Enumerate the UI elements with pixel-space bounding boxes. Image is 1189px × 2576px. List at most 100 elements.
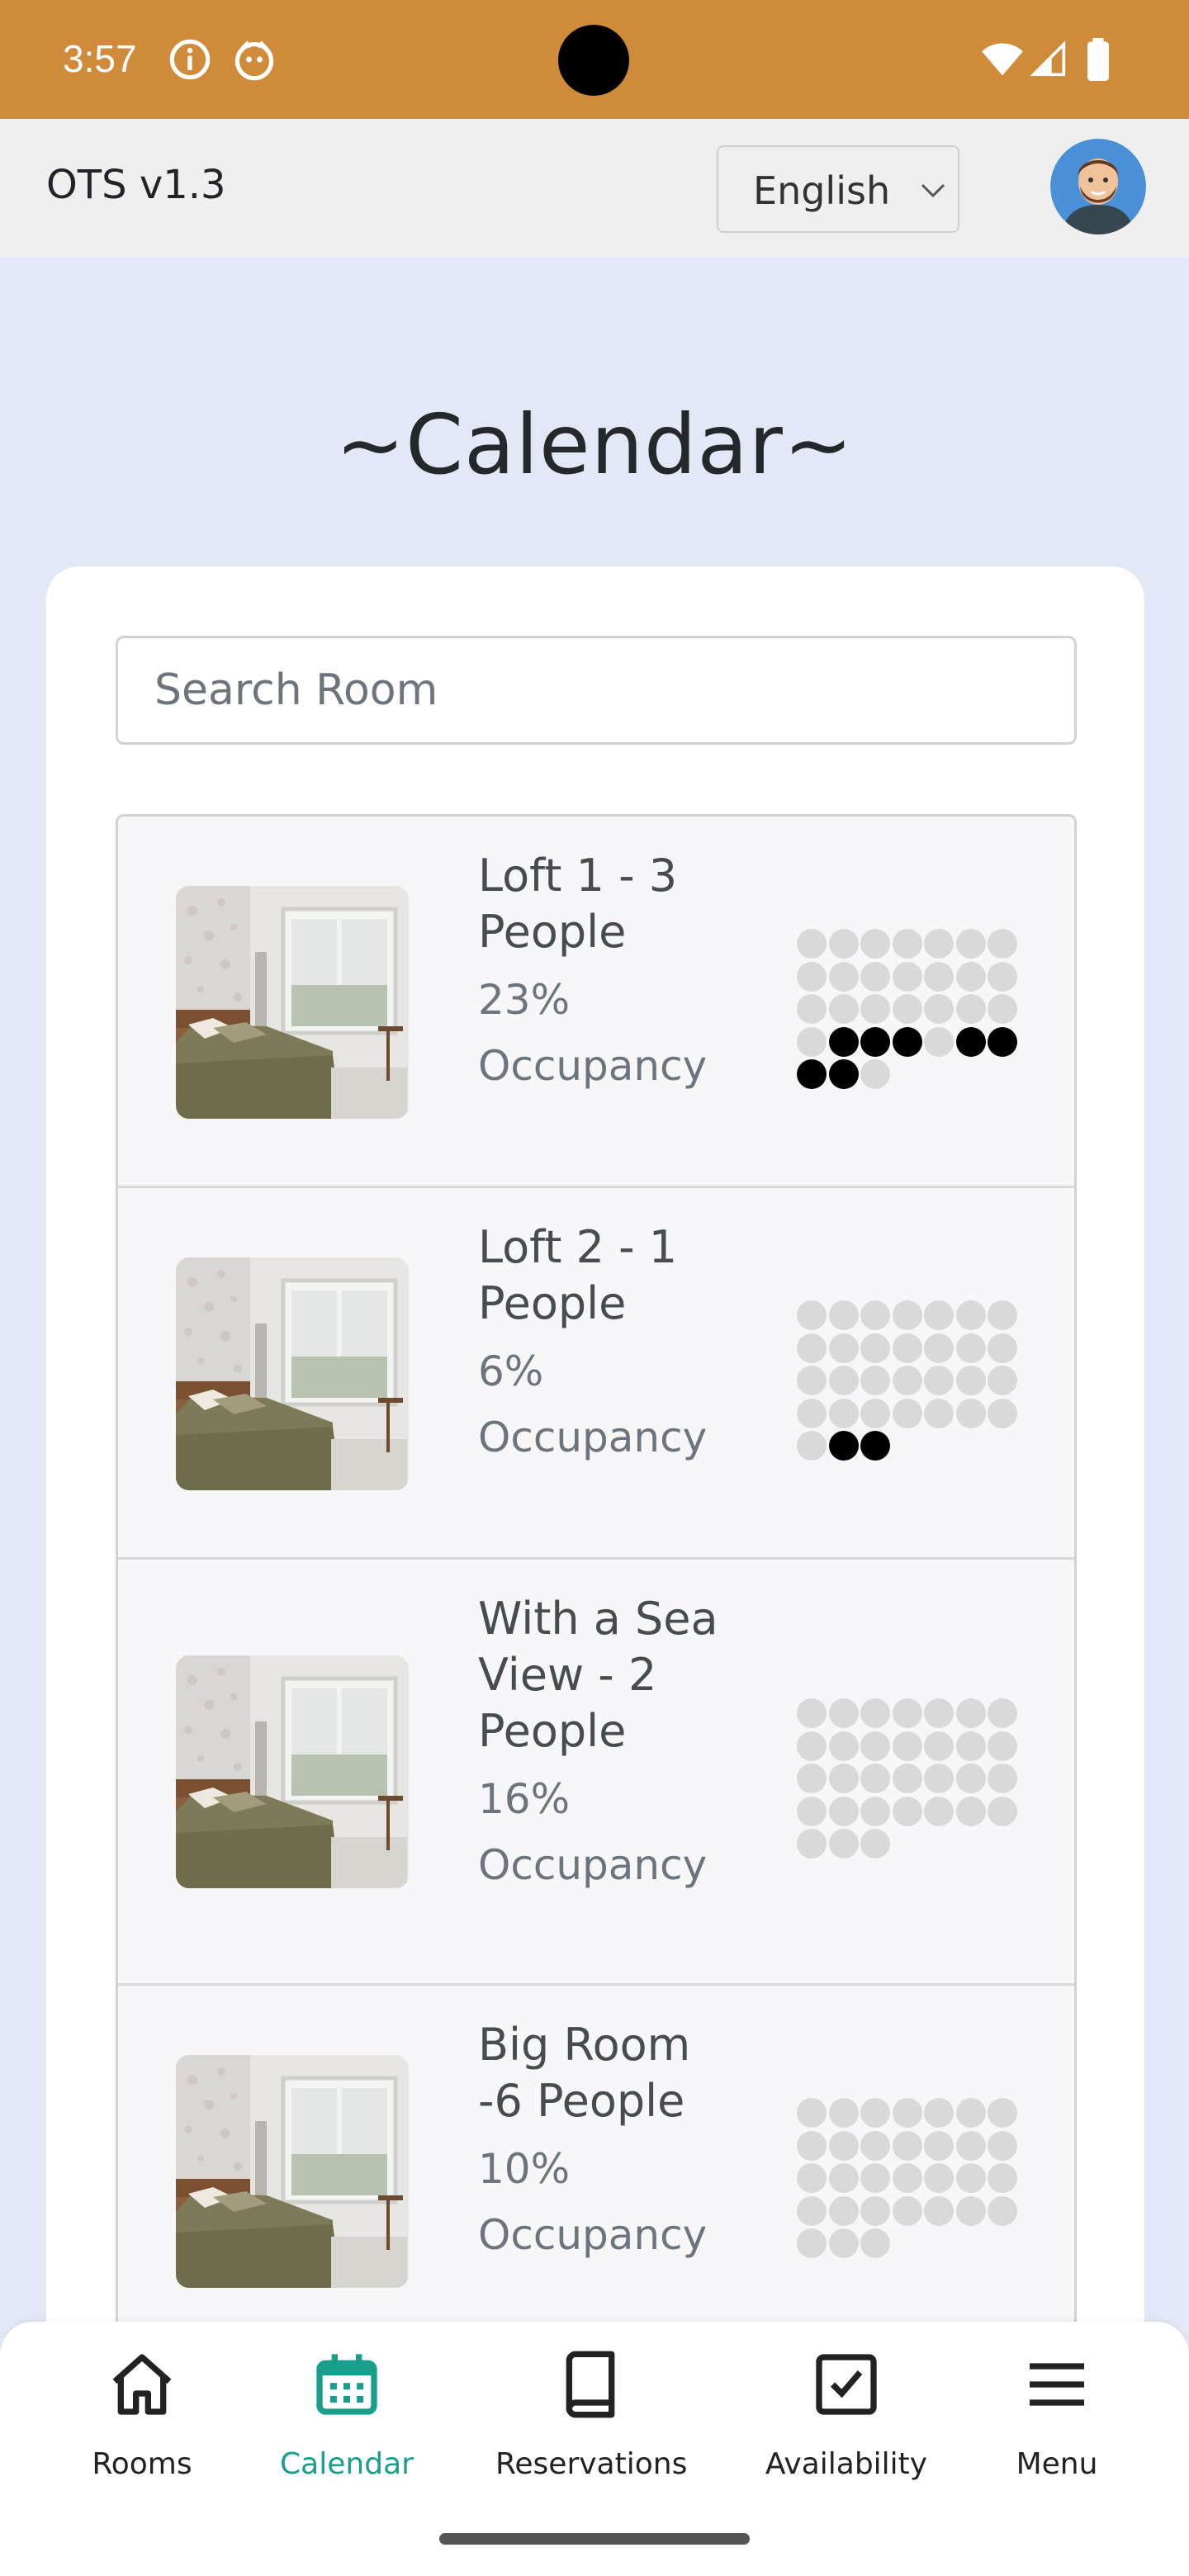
room-row[interactable]: Loft 1 - 3 People 23% Occupancy <box>118 817 1074 1188</box>
occupancy-dot <box>988 1796 1017 1826</box>
occupancy-dot <box>860 1829 890 1859</box>
occupancy-percent: 23% <box>478 976 571 1024</box>
occupancy-dot <box>924 1398 954 1428</box>
room-name-line: People <box>478 906 627 958</box>
occupancy-dot <box>828 2228 859 2258</box>
occupancy-dot <box>797 1431 827 1461</box>
occupancy-dot <box>988 1698 1017 1728</box>
occupancy-label: Occupancy <box>478 1042 708 1090</box>
signal-icon <box>1030 40 1066 77</box>
occupancy-percent: 10% <box>478 2145 571 2193</box>
occupancy-dot <box>797 1059 827 1089</box>
nav-item-rooms[interactable]: Rooms <box>74 2322 210 2503</box>
room-name-line: Loft 2 - 1 <box>478 1221 678 1273</box>
occupancy-dot <box>828 1333 859 1363</box>
occupancy-dot <box>797 929 827 959</box>
room-name-line: Loft 1 - 3 <box>478 850 678 902</box>
occupancy-dot <box>892 929 922 959</box>
occupancy-dot <box>988 2163 1017 2193</box>
page-title: ~Calendar~ <box>335 396 854 493</box>
occupancy-dot <box>955 2130 986 2161</box>
occupancy-dot <box>797 1026 827 1057</box>
occupancy-dot <box>955 1731 986 1761</box>
occupancy-dot <box>892 1026 922 1057</box>
occupancy-label: Occupancy <box>478 1413 708 1461</box>
room-name-line: With a Sea <box>478 1593 718 1645</box>
room-image <box>176 886 409 1119</box>
occupancy-dot <box>892 1300 922 1330</box>
room-name-line: People <box>478 1277 627 1329</box>
occupancy-dot <box>797 1398 827 1428</box>
occupancy-dot <box>828 1059 859 1089</box>
occupancy-dot <box>828 1300 859 1330</box>
occupancy-dot <box>860 2098 890 2128</box>
occupancy-dot <box>828 2098 859 2128</box>
occupancy-dot <box>828 1731 859 1761</box>
occupancy-dot <box>828 1829 859 1859</box>
occupancy-dot <box>924 929 954 959</box>
avatar-icon <box>1050 139 1146 234</box>
occupancy-dot <box>955 2195 986 2226</box>
occupancy-dot <box>892 1698 922 1728</box>
occupancy-dot <box>924 1731 954 1761</box>
occupancy-dot <box>860 1431 890 1461</box>
occupancy-dot <box>955 1796 986 1826</box>
occupancy-dot <box>828 1796 859 1826</box>
room-name-line: -6 People <box>478 2075 685 2127</box>
occupancy-dot <box>860 994 890 1024</box>
room-row[interactable]: Big Room -6 People 10% Occupancy <box>118 1986 1074 2357</box>
calendar-icon <box>316 2354 377 2415</box>
occupancy-dot <box>924 2098 954 2128</box>
occupancy-dot <box>860 1796 890 1826</box>
occupancy-dot <box>988 994 1017 1024</box>
occupancy-dot <box>924 994 954 1024</box>
nav-label-availability: Availability <box>765 2447 928 2481</box>
nav-item-calendar[interactable]: Calendar <box>272 2322 421 2503</box>
occupancy-dot <box>955 1698 986 1728</box>
nav-item-availability[interactable]: Availability <box>760 2322 933 2503</box>
occupancy-dot <box>955 2098 986 2128</box>
occupancy-dot <box>924 2195 954 2226</box>
occupancy-dot <box>797 961 827 992</box>
home-icon <box>112 2354 172 2415</box>
occupancy-dot <box>924 2130 954 2161</box>
occupancy-dot <box>828 1698 859 1728</box>
occupancy-dot <box>860 1398 890 1428</box>
occupancy-dot <box>988 1764 1017 1793</box>
nav-label-calendar: Calendar <box>280 2447 414 2481</box>
occupancy-label: Occupancy <box>478 2211 708 2259</box>
search-input[interactable] <box>118 638 1074 742</box>
nav-item-reservations[interactable]: Reservations <box>495 2322 687 2503</box>
occupancy-dot <box>955 1366 986 1395</box>
room-row[interactable]: Loft 2 - 1 People 6% Occupancy <box>118 1188 1074 1560</box>
status-time: 3:57 <box>63 37 137 80</box>
occupancy-dot <box>860 2195 890 2226</box>
occupancy-dot <box>988 1026 1017 1057</box>
occupancy-dot <box>860 1764 890 1793</box>
occupancy-dot <box>828 961 859 992</box>
occupancy-dot <box>860 929 890 959</box>
language-select[interactable]: English <box>717 145 959 233</box>
room-info: Loft 1 - 3 People 23% Occupancy <box>478 848 751 1099</box>
occupancy-percent: 6% <box>478 1347 544 1395</box>
occupancy-dot <box>828 1764 859 1793</box>
occupancy-dot <box>797 994 827 1024</box>
app-notification-icon <box>234 40 274 81</box>
occupancy-dot <box>892 1398 922 1428</box>
room-row[interactable]: With a Sea View - 2 People 16% Occupancy <box>118 1560 1074 1986</box>
room-list: Loft 1 - 3 People 23% Occupancy Loft 2 -… <box>116 814 1077 2357</box>
language-selected-value: English <box>753 168 891 213</box>
nav-item-menu[interactable]: Menu <box>991 2322 1123 2503</box>
occupancy-dot <box>860 1366 890 1395</box>
user-avatar[interactable] <box>1050 139 1146 234</box>
status-bar: 3:57 <box>0 0 1189 119</box>
occupancy-dot <box>988 1300 1017 1330</box>
occupancy-dot <box>828 1366 859 1395</box>
occupancy-dot <box>924 1698 954 1728</box>
search-room-field[interactable] <box>116 636 1077 745</box>
occupancy-dot <box>892 2130 922 2161</box>
room-name-line: People <box>478 1705 627 1757</box>
occupancy-dot <box>892 2098 922 2128</box>
room-info: Loft 2 - 1 People 6% Occupancy <box>478 1219 751 1470</box>
occupancy-dot <box>955 994 986 1024</box>
